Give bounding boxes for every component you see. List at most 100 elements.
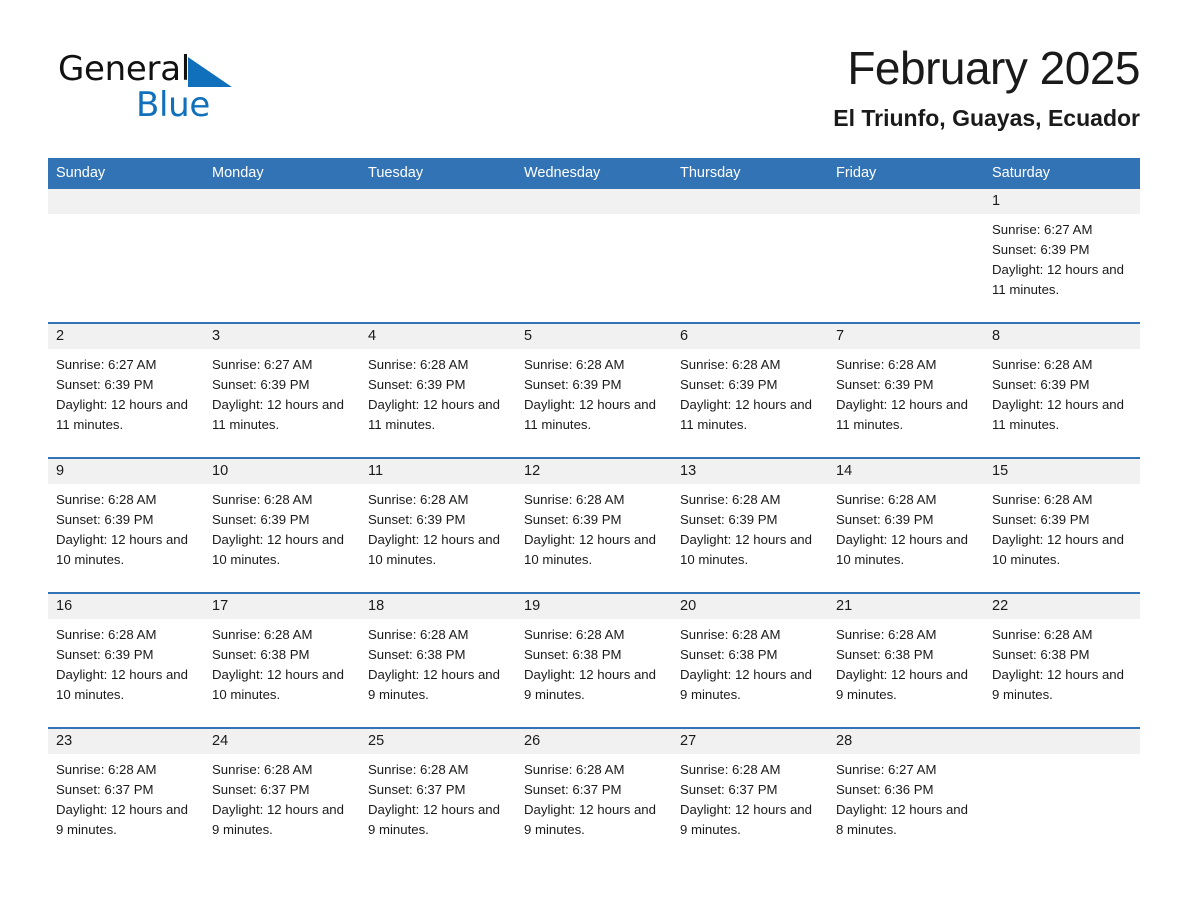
sunrise-text: Sunrise: 6:28 AM — [212, 492, 313, 507]
daylight-text: Daylight: 12 hours and 9 minutes. — [680, 802, 812, 837]
daylight-text: Daylight: 12 hours and 9 minutes. — [56, 802, 188, 837]
sunset-text: Sunset: 6:39 PM — [836, 512, 934, 527]
calendar-grid: Sunday Monday Tuesday Wednesday Thursday Frid… — [48, 158, 1140, 862]
calendar-day-cell[interactable]: 9 Sunrise: 6:28 AM Sunset: 6:39 PM Daylight… — [48, 457, 204, 593]
daylight-text: Daylight: 12 hours and 11 minutes. — [368, 397, 500, 432]
calendar-day-cell[interactable]: 25 Sunrise: 6:28 AM Sunset: 6:37 PM Dayligh… — [360, 727, 516, 862]
day-cell-inner: 17 Sunrise: 6:28 AM Sunset: 6:38 PM Dayligh… — [204, 594, 360, 727]
day-number: 24 — [204, 729, 360, 754]
calendar-day-cell[interactable]: 7 Sunrise: 6:28 AM Sunset: 6:39 PM Daylight… — [828, 322, 984, 458]
sunset-text: Sunset: 6:39 PM — [680, 377, 778, 392]
calendar-day-cell[interactable]: 21 Sunrise: 6:28 AM Sunset: 6:38 PM Dayligh… — [828, 592, 984, 728]
day-cell-inner: 19 Sunrise: 6:28 AM Sunset: 6:38 PM Dayligh… — [516, 594, 672, 727]
day-cell-inner: 6 Sunrise: 6:28 AM Sunset: 6:39 PM Daylight… — [672, 324, 828, 457]
calendar-day-cell[interactable]: 2 Sunrise: 6:27 AM Sunset: 6:39 PM Daylight… — [48, 322, 204, 458]
day-number — [984, 729, 1140, 754]
sunrise-text: Sunrise: 6:28 AM — [524, 492, 625, 507]
day-number: 4 — [360, 324, 516, 349]
triangle-icon — [187, 57, 232, 87]
calendar-day-cell[interactable]: 6 Sunrise: 6:28 AM Sunset: 6:39 PM Daylight… — [672, 322, 828, 458]
day-details: Sunrise: 6:27 AM Sunset: 6:39 PM Daylight:… — [984, 214, 1140, 300]
daylight-text: Daylight: 12 hours and 9 minutes. — [368, 802, 500, 837]
page-header: General Blue February 2025 El Triunfo, G… — [48, 42, 1140, 152]
calendar-day-cell[interactable]: 16 Sunrise: 6:28 AM Sunset: 6:39 PM Dayligh… — [48, 592, 204, 728]
daylight-text: Daylight: 12 hours and 11 minutes. — [680, 397, 812, 432]
day-number: 6 — [672, 324, 828, 349]
calendar-day-cell[interactable]: 14 Sunrise: 6:28 AM Sunset: 6:39 PM Dayligh… — [828, 457, 984, 593]
calendar-day-cell[interactable]: 5 Sunrise: 6:28 AM Sunset: 6:39 PM Daylight… — [516, 322, 672, 458]
sunrise-text: Sunrise: 6:27 AM — [992, 222, 1093, 237]
day-cell-inner — [828, 189, 984, 322]
sunset-text: Sunset: 6:38 PM — [836, 647, 934, 662]
calendar-day-cell[interactable]: 4 Sunrise: 6:28 AM Sunset: 6:39 PM Daylight… — [360, 322, 516, 458]
day-number — [516, 189, 672, 214]
calendar-cell-empty — [48, 189, 204, 323]
calendar-day-cell[interactable]: 19 Sunrise: 6:28 AM Sunset: 6:38 PM Dayligh… — [516, 592, 672, 728]
sunset-text: Sunset: 6:37 PM — [680, 782, 778, 797]
day-details: Sunrise: 6:28 AM Sunset: 6:37 PM Daylight:… — [672, 754, 828, 840]
calendar-week-row: 1 Sunrise: 6:27 AM Sunset: 6:39 PM Daylight… — [48, 189, 1140, 323]
calendar-day-cell[interactable]: 15 Sunrise: 6:28 AM Sunset: 6:39 PM Dayligh… — [984, 457, 1140, 593]
day-details: Sunrise: 6:28 AM Sunset: 6:39 PM Daylight:… — [672, 484, 828, 570]
daylight-text: Daylight: 12 hours and 10 minutes. — [836, 532, 968, 567]
day-cell-inner: 23 Sunrise: 6:28 AM Sunset: 6:37 PM Dayligh… — [48, 729, 204, 862]
sunset-text: Sunset: 6:39 PM — [56, 512, 154, 527]
day-cell-inner: 7 Sunrise: 6:28 AM Sunset: 6:39 PM Daylight… — [828, 324, 984, 457]
daylight-text: Daylight: 12 hours and 10 minutes. — [680, 532, 812, 567]
weekday-header-wednesday: Wednesday — [516, 158, 672, 189]
sunset-text: Sunset: 6:38 PM — [680, 647, 778, 662]
day-cell-inner: 28 Sunrise: 6:27 AM Sunset: 6:36 PM Dayligh… — [828, 729, 984, 862]
day-details: Sunrise: 6:28 AM Sunset: 6:39 PM Daylight:… — [984, 349, 1140, 435]
sunrise-text: Sunrise: 6:28 AM — [56, 627, 157, 642]
sunset-text: Sunset: 6:39 PM — [836, 377, 934, 392]
day-cell-inner: 27 Sunrise: 6:28 AM Sunset: 6:37 PM Dayligh… — [672, 729, 828, 862]
daylight-text: Daylight: 12 hours and 10 minutes. — [992, 532, 1124, 567]
page-subtitle: El Triunfo, Guayas, Ecuador — [833, 104, 1140, 131]
calendar-cell-empty — [828, 189, 984, 323]
day-number: 20 — [672, 594, 828, 619]
calendar-day-cell[interactable]: 11 Sunrise: 6:28 AM Sunset: 6:39 PM Dayligh… — [360, 457, 516, 593]
day-cell-inner: 4 Sunrise: 6:28 AM Sunset: 6:39 PM Daylight… — [360, 324, 516, 457]
calendar-week-row: 2 Sunrise: 6:27 AM Sunset: 6:39 PM Daylight… — [48, 322, 1140, 458]
calendar-header-row: Sunday Monday Tuesday Wednesday Thursday Frid… — [48, 158, 1140, 189]
daylight-text: Daylight: 12 hours and 11 minutes. — [992, 262, 1124, 297]
day-details: Sunrise: 6:28 AM Sunset: 6:37 PM Daylight:… — [360, 754, 516, 840]
daylight-text: Daylight: 12 hours and 10 minutes. — [524, 532, 656, 567]
day-number: 12 — [516, 459, 672, 484]
day-details: Sunrise: 6:28 AM Sunset: 6:38 PM Daylight:… — [828, 619, 984, 705]
day-number: 10 — [204, 459, 360, 484]
sunset-text: Sunset: 6:39 PM — [56, 647, 154, 662]
sunset-text: Sunset: 6:39 PM — [680, 512, 778, 527]
calendar-day-cell[interactable]: 27 Sunrise: 6:28 AM Sunset: 6:37 PM Dayligh… — [672, 727, 828, 862]
calendar-day-cell[interactable]: 10 Sunrise: 6:28 AM Sunset: 6:39 PM Dayligh… — [204, 457, 360, 593]
sunrise-text: Sunrise: 6:28 AM — [836, 492, 937, 507]
sunset-text: Sunset: 6:38 PM — [212, 647, 310, 662]
day-cell-inner: 18 Sunrise: 6:28 AM Sunset: 6:38 PM Dayligh… — [360, 594, 516, 727]
daylight-text: Daylight: 12 hours and 9 minutes. — [680, 667, 812, 702]
calendar-day-cell[interactable]: 18 Sunrise: 6:28 AM Sunset: 6:38 PM Dayligh… — [360, 592, 516, 728]
day-details: Sunrise: 6:28 AM Sunset: 6:39 PM Daylight:… — [48, 619, 204, 705]
day-details: Sunrise: 6:28 AM Sunset: 6:37 PM Daylight:… — [204, 754, 360, 840]
calendar-day-cell[interactable]: 26 Sunrise: 6:28 AM Sunset: 6:37 PM Dayligh… — [516, 727, 672, 862]
sunrise-text: Sunrise: 6:28 AM — [212, 627, 313, 642]
weekday-header-tuesday: Tuesday — [360, 158, 516, 189]
calendar-day-cell[interactable]: 13 Sunrise: 6:28 AM Sunset: 6:39 PM Dayligh… — [672, 457, 828, 593]
calendar-day-cell[interactable]: 12 Sunrise: 6:28 AM Sunset: 6:39 PM Dayligh… — [516, 457, 672, 593]
calendar-day-cell[interactable]: 20 Sunrise: 6:28 AM Sunset: 6:38 PM Dayligh… — [672, 592, 828, 728]
calendar-day-cell[interactable]: 17 Sunrise: 6:28 AM Sunset: 6:38 PM Dayligh… — [204, 592, 360, 728]
calendar-day-cell[interactable]: 8 Sunrise: 6:28 AM Sunset: 6:39 PM Daylight… — [984, 322, 1140, 458]
calendar-day-cell[interactable]: 1 Sunrise: 6:27 AM Sunset: 6:39 PM Daylight… — [984, 189, 1140, 323]
calendar-day-cell[interactable]: 24 Sunrise: 6:28 AM Sunset: 6:37 PM Dayligh… — [204, 727, 360, 862]
daylight-text: Daylight: 12 hours and 10 minutes. — [212, 532, 344, 567]
calendar-day-cell[interactable]: 22 Sunrise: 6:28 AM Sunset: 6:38 PM Dayligh… — [984, 592, 1140, 728]
sunrise-text: Sunrise: 6:28 AM — [992, 492, 1093, 507]
calendar-day-cell[interactable]: 28 Sunrise: 6:27 AM Sunset: 6:36 PM Dayligh… — [828, 727, 984, 862]
calendar-day-cell[interactable]: 23 Sunrise: 6:28 AM Sunset: 6:37 PM Dayligh… — [48, 727, 204, 862]
calendar-day-cell[interactable]: 3 Sunrise: 6:27 AM Sunset: 6:39 PM Daylight… — [204, 322, 360, 458]
sunrise-text: Sunrise: 6:28 AM — [56, 492, 157, 507]
sunrise-text: Sunrise: 6:28 AM — [368, 357, 469, 372]
page-title: February 2025 — [847, 42, 1140, 94]
day-cell-inner: 3 Sunrise: 6:27 AM Sunset: 6:39 PM Daylight… — [204, 324, 360, 457]
day-details: Sunrise: 6:28 AM Sunset: 6:39 PM Daylight:… — [828, 349, 984, 435]
day-cell-inner: 10 Sunrise: 6:28 AM Sunset: 6:39 PM Dayligh… — [204, 459, 360, 592]
